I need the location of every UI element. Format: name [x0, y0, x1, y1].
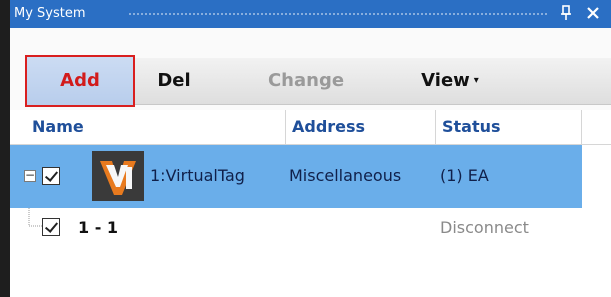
change-button[interactable]: Change [256, 56, 356, 106]
view-menu-button[interactable]: View ▾ [404, 56, 496, 106]
toolbar-divider [134, 58, 135, 104]
row-address: Miscellaneous [289, 166, 402, 185]
add-button[interactable]: Add [25, 55, 135, 107]
row-status: (1) EA [440, 166, 489, 185]
title-bar: My System [10, 0, 611, 28]
column-address-header[interactable]: Address [286, 110, 436, 144]
row-name: 1:VirtualTag [150, 166, 245, 185]
del-button-label: Del [157, 70, 191, 91]
add-button-label: Add [60, 70, 100, 91]
row-checkbox[interactable] [42, 218, 60, 236]
del-button[interactable]: Del [148, 56, 200, 106]
my-system-panel: My System Add Del Change View ▾ Name Add… [10, 0, 611, 297]
change-button-label: Change [267, 70, 345, 91]
drag-grip[interactable] [128, 12, 548, 17]
row-name: 1 - 1 [78, 218, 119, 237]
view-button-label: View [421, 70, 470, 91]
column-header: Name Address Status [10, 110, 611, 145]
column-name-header[interactable]: Name [26, 110, 286, 144]
pin-icon[interactable] [557, 3, 575, 23]
toolbar: Add Del Change View ▾ [10, 28, 611, 110]
chevron-down-icon: ▾ [473, 75, 479, 86]
row-checkbox[interactable] [42, 167, 60, 185]
panel-title: My System [14, 6, 86, 21]
virtualtag-logo-icon [92, 151, 144, 201]
collapse-toggle-icon[interactable]: − [24, 169, 36, 182]
row-status: Disconnect [440, 218, 529, 237]
column-status-header[interactable]: Status [436, 110, 582, 144]
tree-row-child[interactable]: 1 - 1 Disconnect [10, 208, 582, 248]
close-icon[interactable] [584, 3, 602, 23]
